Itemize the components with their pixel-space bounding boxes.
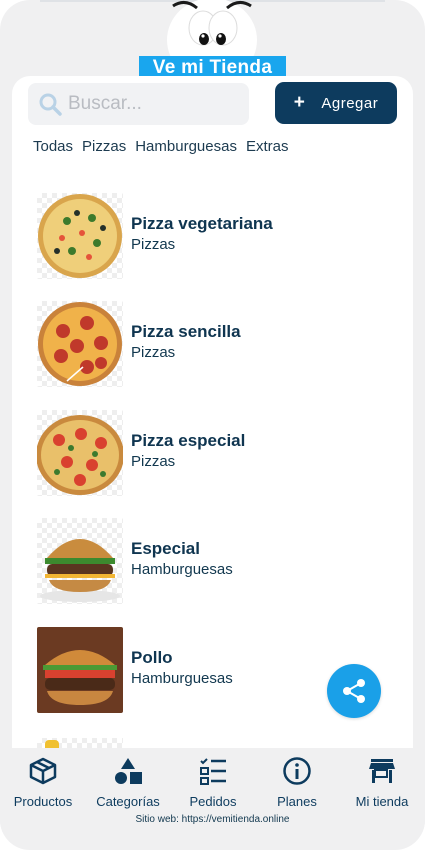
list-item[interactable]: Pollo Hamburguesas (37, 626, 367, 714)
search-icon (39, 93, 62, 116)
add-button-label: Agregar (321, 94, 379, 112)
phone-screen: Ve mi Tienda Buscar... + Agregar Todas P… (0, 0, 425, 850)
product-name: Pizza especial (131, 431, 246, 450)
mascot-icon (167, 0, 257, 60)
product-name: Pizza sencilla (131, 322, 241, 341)
checklist-icon (200, 758, 226, 785)
product-image (37, 518, 123, 604)
list-item[interactable]: Pizza vegetariana Pizzas (37, 192, 367, 280)
nav-label: Mi tienda (355, 794, 409, 809)
nav-item-pedidos[interactable]: Pedidos (173, 756, 253, 809)
product-category: Pizzas (131, 344, 176, 361)
nav-label: Productos (13, 794, 73, 809)
nav-item-planes[interactable]: Planes (257, 756, 337, 809)
info-icon (283, 757, 311, 785)
tab-pizzas[interactable]: Pizzas (82, 138, 126, 155)
nav-item-productos[interactable]: Productos (3, 756, 83, 809)
product-category: Pizzas (131, 236, 176, 253)
list-item[interactable]: Pizza especial Pizzas (37, 409, 367, 497)
list-item[interactable]: Especial Hamburguesas (37, 517, 367, 605)
search-input[interactable]: Buscar... (68, 93, 142, 115)
product-image (37, 410, 123, 496)
cube-icon (29, 757, 57, 785)
product-name: Especial (131, 539, 200, 558)
product-name: Pollo (131, 648, 173, 667)
nav-label: Planes (277, 794, 317, 809)
nav-label: Pedidos (189, 794, 237, 809)
store-icon (369, 759, 395, 783)
nav-item-mi-tienda[interactable]: Mi tienda (342, 756, 422, 809)
product-name: Pizza vegetariana (131, 214, 273, 233)
tab-extras[interactable]: Extras (246, 138, 289, 155)
product-category: Pizzas (131, 453, 176, 470)
product-image (37, 301, 123, 387)
tab-hamburguesas[interactable]: Hamburguesas (135, 138, 237, 155)
nav-item-categorias[interactable]: Categorías (88, 756, 168, 809)
category-filter-tabs: Todas Pizzas Hamburguesas Extras (33, 138, 288, 155)
shapes-icon (115, 758, 142, 784)
list-item[interactable]: Pizza sencilla Pizzas (37, 300, 367, 388)
nav-label: Categorías (96, 794, 160, 809)
product-image (37, 193, 123, 279)
site-url[interactable]: Sitio web: https://vemitienda.online (0, 814, 425, 825)
share-icon (343, 679, 365, 703)
product-category: Hamburguesas (131, 561, 233, 578)
product-category: Hamburguesas (131, 670, 233, 687)
add-product-button[interactable]: + Agregar (275, 82, 397, 124)
plus-icon: + (293, 92, 306, 113)
share-button[interactable] (327, 664, 381, 718)
tab-todas[interactable]: Todas (33, 138, 73, 155)
search-box[interactable]: Buscar... (28, 83, 249, 125)
product-image-partial (37, 738, 123, 748)
product-image (37, 627, 123, 713)
